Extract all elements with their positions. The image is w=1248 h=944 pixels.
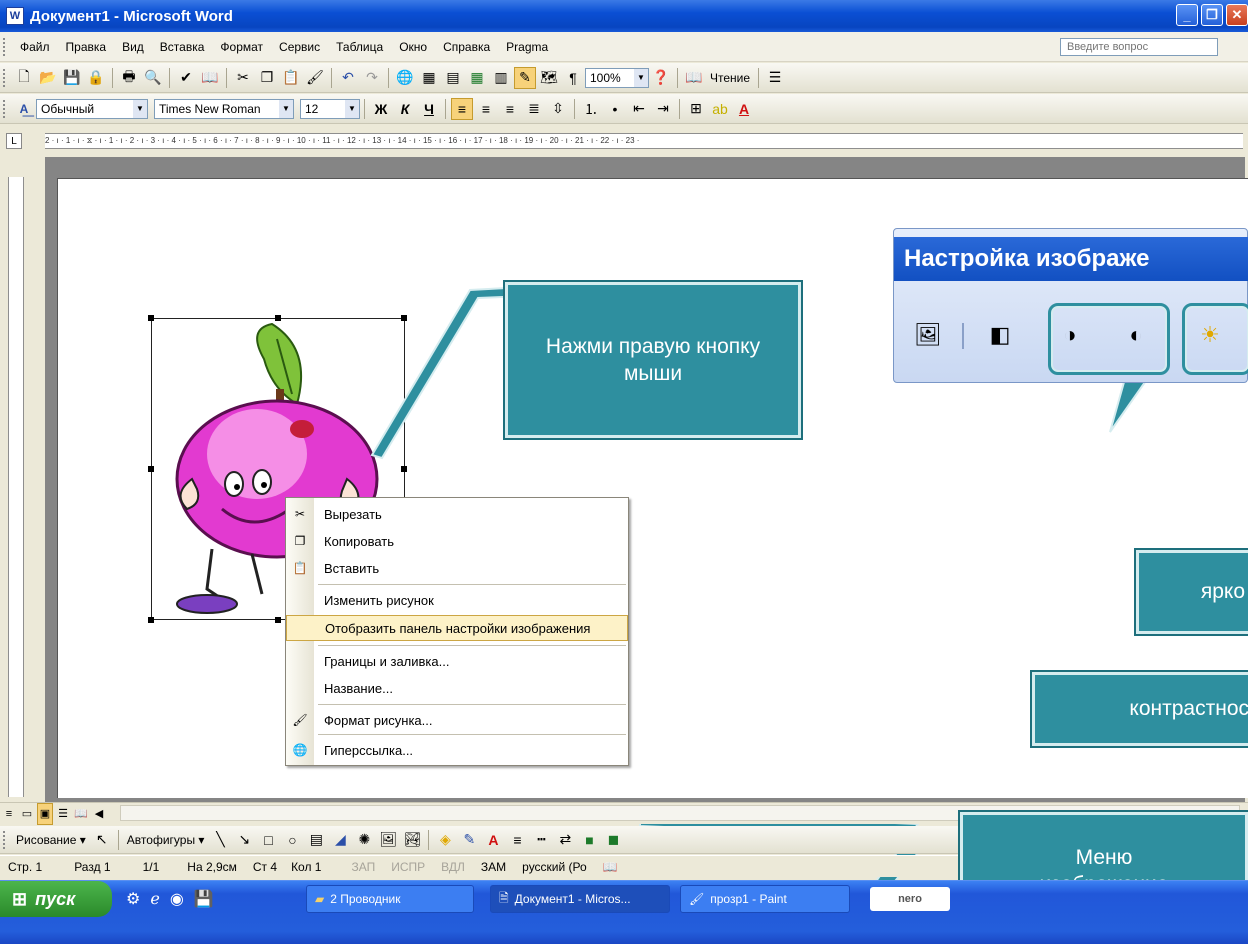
textbox-icon[interactable]: ▤ — [305, 829, 327, 851]
task-label: Документ1 - Micros... — [514, 892, 631, 906]
start-button[interactable]: ⊞ пуск — [0, 881, 112, 917]
spelling-status-icon[interactable]: 📖 — [595, 860, 626, 874]
quick-launch: ⚙ ℯ ◉ 💾 — [126, 889, 214, 909]
status-ovr[interactable]: ЗАМ — [473, 860, 514, 874]
scroll-left-icon[interactable]: ◀ — [91, 803, 107, 825]
callout-contrast: контрастнос — [1030, 670, 1248, 748]
callout-right-click: Нажми правую кнопку мыши — [503, 280, 803, 440]
web-view-icon[interactable]: ▭ — [19, 803, 35, 825]
status-section: Разд 1 — [74, 859, 111, 874]
picture-toolbar-title: Настройка изображе — [894, 237, 1248, 281]
line-icon[interactable]: ╲ — [209, 829, 231, 851]
task-label: 2 Проводник — [330, 892, 401, 906]
select-objects-icon[interactable]: ↖ — [91, 829, 113, 851]
shadow-icon[interactable]: ■ — [578, 829, 600, 851]
disk-icon[interactable]: 💾 — [194, 889, 214, 909]
status-language[interactable]: русский (Ро — [514, 860, 595, 874]
status-column: Кол 1 — [291, 859, 322, 874]
font-color-icon[interactable]: A — [482, 829, 504, 851]
normal-view-icon[interactable]: ≡ — [1, 803, 17, 825]
color-icon[interactable]: ◧ — [984, 319, 1016, 351]
autoshapes-menu[interactable]: Автофигуры ▾ — [123, 833, 209, 847]
toolbar-grip[interactable] — [3, 830, 6, 849]
folder-icon: ▰ — [315, 892, 325, 906]
status-page: Стр. 1 — [8, 859, 43, 874]
status-rec[interactable]: ЗАП — [329, 860, 383, 874]
brightness-highlight — [1182, 303, 1248, 375]
3d-style-icon[interactable]: ◼ — [602, 829, 624, 851]
start-label: пуск — [35, 888, 76, 909]
word-window: W Документ1 - Microsoft Word _ ❐ ✕ Файл … — [0, 0, 1248, 944]
separator — [428, 829, 430, 850]
paint-icon: 🖌 — [689, 892, 705, 906]
fill-color-icon[interactable]: ◈ — [434, 829, 456, 851]
callout-text: контрастнос — [1129, 697, 1248, 721]
status-line: Ст 4 — [252, 859, 278, 874]
status-trk[interactable]: ИСПР — [383, 860, 433, 874]
insert-picture-icon[interactable]: 🏞 — [401, 829, 423, 851]
callout-pointer — [1109, 374, 1152, 433]
windows-taskbar: ⊞ пуск ⚙ ℯ ◉ 💾 ▰ 2 Проводник 🗎 Документ1 - … — [0, 880, 1248, 944]
oval-icon[interactable]: ○ — [281, 829, 303, 851]
taskbar-word[interactable]: 🗎 Документ1 - Micros... — [490, 885, 670, 913]
drawing-menu[interactable]: Рисование ▾ — [12, 833, 90, 847]
status-ext[interactable]: ВДЛ — [433, 860, 473, 874]
separator — [962, 323, 964, 349]
callout-brightness: ярко — [1134, 548, 1248, 636]
callout-text: Нажми правую кнопку мыши — [545, 334, 761, 385]
outline-view-icon[interactable]: ☰ — [55, 803, 71, 825]
wordart-icon[interactable]: ◢ — [329, 829, 351, 851]
separator — [117, 829, 119, 850]
quick-launch-icon[interactable]: ⚙ — [126, 889, 140, 909]
internet-explorer-icon[interactable]: ℯ — [150, 889, 159, 909]
clipart-icon[interactable]: 🖼 — [377, 829, 399, 851]
nero-search-box[interactable]: nero — [870, 887, 950, 911]
diagram-icon[interactable]: ✺ — [353, 829, 375, 851]
rectangle-icon[interactable]: □ — [257, 829, 279, 851]
insert-picture-icon[interactable]: 🖼 — [912, 319, 944, 351]
line-color-icon[interactable]: ✎ — [458, 829, 480, 851]
reading-view-icon[interactable]: 📖 — [73, 803, 89, 825]
callout-text: Меню — [1075, 845, 1133, 869]
arrow-style-icon[interactable]: ⇄ — [554, 829, 576, 851]
line-style-icon[interactable]: ≡ — [506, 829, 528, 851]
print-view-icon[interactable]: ▣ — [37, 802, 53, 825]
status-position: На 2,9см — [187, 859, 237, 874]
dash-style-icon[interactable]: ┅ — [530, 829, 552, 851]
windows-flag-icon: ⊞ — [12, 888, 28, 909]
taskbar-explorer[interactable]: ▰ 2 Проводник — [306, 885, 474, 913]
task-label: прозр1 - Paint — [710, 892, 787, 906]
callout-text: ярко — [1200, 580, 1245, 604]
status-pages: 1/1 — [142, 859, 160, 874]
taskbar-paint[interactable]: 🖌 прозр1 - Paint — [680, 885, 850, 913]
media-icon[interactable]: ◉ — [170, 889, 184, 909]
arrow-icon[interactable]: ↘ — [233, 829, 255, 851]
contrast-highlight — [1048, 303, 1170, 375]
word-icon: 🗎 — [499, 890, 509, 905]
